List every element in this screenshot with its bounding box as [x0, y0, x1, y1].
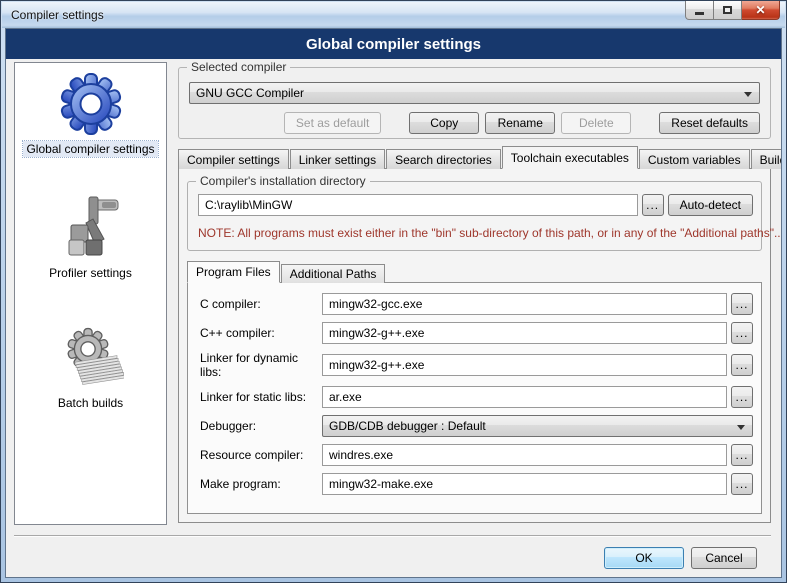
sidebar-item[interactable]: Batch builds [15, 325, 166, 411]
field-row: C compiler: mingw32-gcc.exe ... [200, 293, 753, 315]
field-browse-button[interactable]: ... [731, 386, 753, 408]
close-button[interactable]: ✕ [742, 1, 780, 20]
installation-directory-group: Compiler's installation directory C:\ray… [187, 181, 762, 251]
installation-directory-group-label: Compiler's installation directory [196, 174, 370, 188]
settings-tab[interactable]: Compiler settings [178, 149, 289, 169]
titlebar[interactable]: Compiler settings [2, 2, 785, 28]
settings-tab[interactable]: Build options [751, 149, 782, 169]
field-browse-button[interactable]: ... [731, 473, 753, 495]
field-input[interactable]: mingw32-g++.exe [322, 322, 727, 344]
field-browse-button[interactable]: ... [731, 322, 753, 344]
settings-tabstrip: Compiler settings Linker settings Search… [178, 146, 771, 169]
cancel-button[interactable]: Cancel [691, 547, 757, 569]
compiler-select[interactable]: GNU GCC Compiler [189, 82, 760, 104]
field-label: Linker for static libs: [200, 390, 322, 404]
page-title: Global compiler settings [306, 36, 481, 53]
field-label: Linker for dynamic libs: [200, 351, 322, 379]
profiler-icon [58, 195, 124, 261]
settings-tab[interactable]: Linker settings [290, 149, 385, 169]
window-controls: ✕ [685, 1, 780, 20]
installation-directory-input[interactable]: C:\raylib\MinGW [198, 194, 638, 216]
auto-detect-button[interactable]: Auto-detect [668, 194, 753, 216]
footer-buttons: OK Cancel [604, 547, 757, 569]
gear-blue-icon [58, 71, 124, 137]
window-title: Compiler settings [2, 8, 104, 22]
compiler-action-buttons: Set as default Copy Rename Delete Reset … [278, 112, 760, 134]
field-label: Resource compiler: [200, 448, 322, 462]
field-browse-button[interactable]: ... [731, 293, 753, 315]
installation-note: NOTE: All programs must exist either in … [198, 226, 782, 240]
field-label: Debugger: [200, 419, 322, 433]
toolchain-executables-page: Compiler's installation directory C:\ray… [178, 168, 771, 523]
field-browse-button[interactable]: ... [731, 354, 753, 376]
field-input[interactable]: GDB/CDB debugger : Default [322, 415, 753, 437]
field-row: C++ compiler: mingw32-g++.exe ... [200, 322, 753, 344]
program-files-panel: C compiler: mingw32-gcc.exe ... C++ comp… [187, 282, 762, 514]
field-row: Make program: mingw32-make.exe ... [200, 473, 753, 495]
batch-builds-icon [58, 325, 124, 391]
settings-category-list: Global compiler settings Profiler settin… [14, 62, 167, 525]
installation-directory-row: C:\raylib\MinGW ... Auto-detect [198, 194, 753, 216]
settings-tab[interactable]: Search directories [386, 149, 501, 169]
maximize-icon [723, 6, 732, 14]
page-header: Global compiler settings [6, 29, 781, 59]
sub-tab[interactable]: Program Files [187, 261, 280, 283]
settings-tab[interactable]: Custom variables [639, 149, 750, 169]
field-label: Make program: [200, 477, 322, 491]
installation-directory-browse-button[interactable]: ... [642, 194, 664, 216]
minimize-button[interactable] [685, 1, 714, 20]
sidebar-item[interactable]: Profiler settings [15, 195, 166, 281]
field-label: C compiler: [200, 297, 322, 311]
selected-compiler-group-label: Selected compiler [187, 60, 290, 74]
sidebar-item-label: Global compiler settings [23, 141, 157, 157]
compiler-action-button[interactable]: Rename [485, 112, 555, 134]
settings-tab[interactable]: Toolchain executables [502, 146, 638, 169]
compiler-settings-window: Compiler settings ✕ Global compiler sett… [0, 0, 787, 583]
sidebar-item-label: Profiler settings [46, 265, 135, 281]
compiler-action-button[interactable]: Copy [409, 112, 479, 134]
dialog-client-area: Global compiler settings Global compiler… [5, 28, 782, 578]
field-row: Debugger: GDB/CDB debugger : Default [200, 415, 753, 437]
maximize-button[interactable] [714, 1, 742, 20]
field-row: Resource compiler: windres.exe ... [200, 444, 753, 466]
field-row: Linker for static libs: ar.exe ... [200, 386, 753, 408]
compiler-action-button[interactable]: Delete [561, 112, 631, 134]
minimize-icon [695, 12, 704, 15]
compiler-select-value: GNU GCC Compiler [196, 86, 304, 100]
selected-compiler-group: Selected compiler GNU GCC Compiler Set a… [178, 67, 771, 139]
footer-separator [14, 535, 771, 536]
sub-tab[interactable]: Additional Paths [281, 264, 386, 283]
field-input[interactable]: mingw32-gcc.exe [322, 293, 727, 315]
field-browse-button[interactable]: ... [731, 444, 753, 466]
sidebar-item[interactable]: Global compiler settings [15, 71, 166, 157]
sidebar-item-label: Batch builds [55, 395, 126, 411]
compiler-action-button[interactable]: Set as default [284, 112, 381, 134]
close-icon: ✕ [755, 4, 765, 16]
compiler-action-button[interactable]: Reset defaults [659, 112, 760, 134]
field-input[interactable]: mingw32-make.exe [322, 473, 727, 495]
field-input[interactable]: mingw32-g++.exe [322, 354, 727, 376]
ok-button[interactable]: OK [604, 547, 684, 569]
program-files-tabstrip: Program Files Additional Paths [187, 261, 386, 283]
field-input[interactable]: ar.exe [322, 386, 727, 408]
field-row: Linker for dynamic libs: mingw32-g++.exe… [200, 351, 753, 379]
field-label: C++ compiler: [200, 326, 322, 340]
field-input[interactable]: windres.exe [322, 444, 727, 466]
